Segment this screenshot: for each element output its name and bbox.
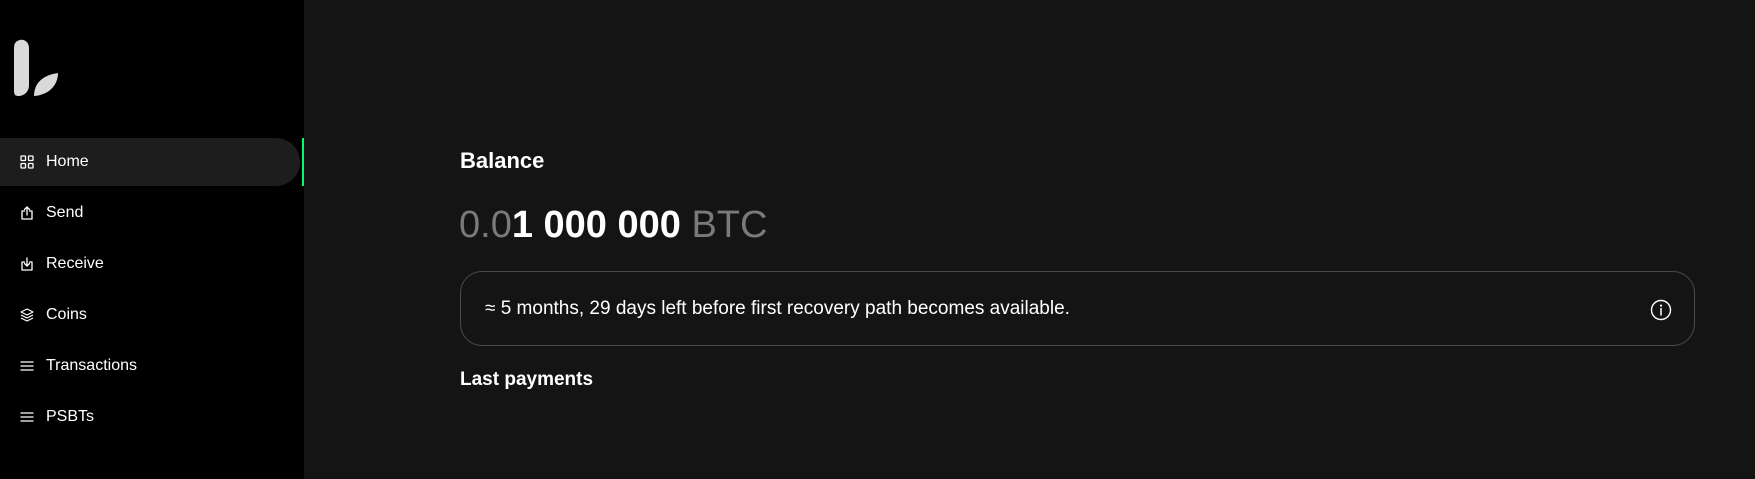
sidebar-item-coins[interactable]: Coins [0, 291, 304, 339]
layers-icon [20, 308, 34, 322]
sidebar-item-home[interactable]: Home [0, 138, 304, 186]
balance-amount: 0.01 000 000 BTC [459, 202, 767, 248]
list-icon [20, 359, 34, 373]
sidebar-item-send[interactable]: Send [0, 189, 304, 237]
grid-icon [20, 155, 34, 169]
sidebar: Home Send Receive Coins Transactions PSB… [0, 0, 304, 479]
main-content: Balance 0.01 000 000 BTC ≈ 5 months, 29 … [304, 0, 1755, 479]
balance-amount-main: 1 000 000 [511, 204, 681, 246]
list-icon [20, 410, 34, 424]
sidebar-item-label: PSBTs [46, 408, 95, 425]
sidebar-item-label: Receive [46, 255, 104, 272]
sidebar-nav: Home Send Receive Coins Transactions PSB… [0, 138, 304, 444]
info-icon[interactable] [1650, 299, 1672, 321]
sidebar-item-psbts[interactable]: PSBTs [0, 393, 304, 441]
sidebar-item-transactions[interactable]: Transactions [0, 342, 304, 390]
sidebar-item-label: Send [46, 204, 84, 221]
download-icon [20, 257, 34, 271]
balance-amount-prefix: 0.0 [459, 204, 512, 246]
leaf-logo-icon[interactable] [14, 39, 60, 97]
app-window: Home Send Receive Coins Transactions PSB… [0, 0, 1755, 479]
sidebar-item-label: Transactions [46, 357, 137, 374]
sidebar-item-label: Coins [46, 306, 87, 323]
sidebar-item-receive[interactable]: Receive [0, 240, 304, 288]
last-payments-title: Last payments [460, 369, 594, 390]
recovery-notice-text: ≈ 5 months, 29 days left before first re… [485, 297, 1070, 319]
balance-unit: BTC [691, 204, 768, 246]
upload-icon [20, 206, 34, 220]
sidebar-item-label: Home [46, 153, 89, 170]
recovery-notice: ≈ 5 months, 29 days left before first re… [460, 271, 1695, 346]
balance-title: Balance [460, 148, 545, 173]
